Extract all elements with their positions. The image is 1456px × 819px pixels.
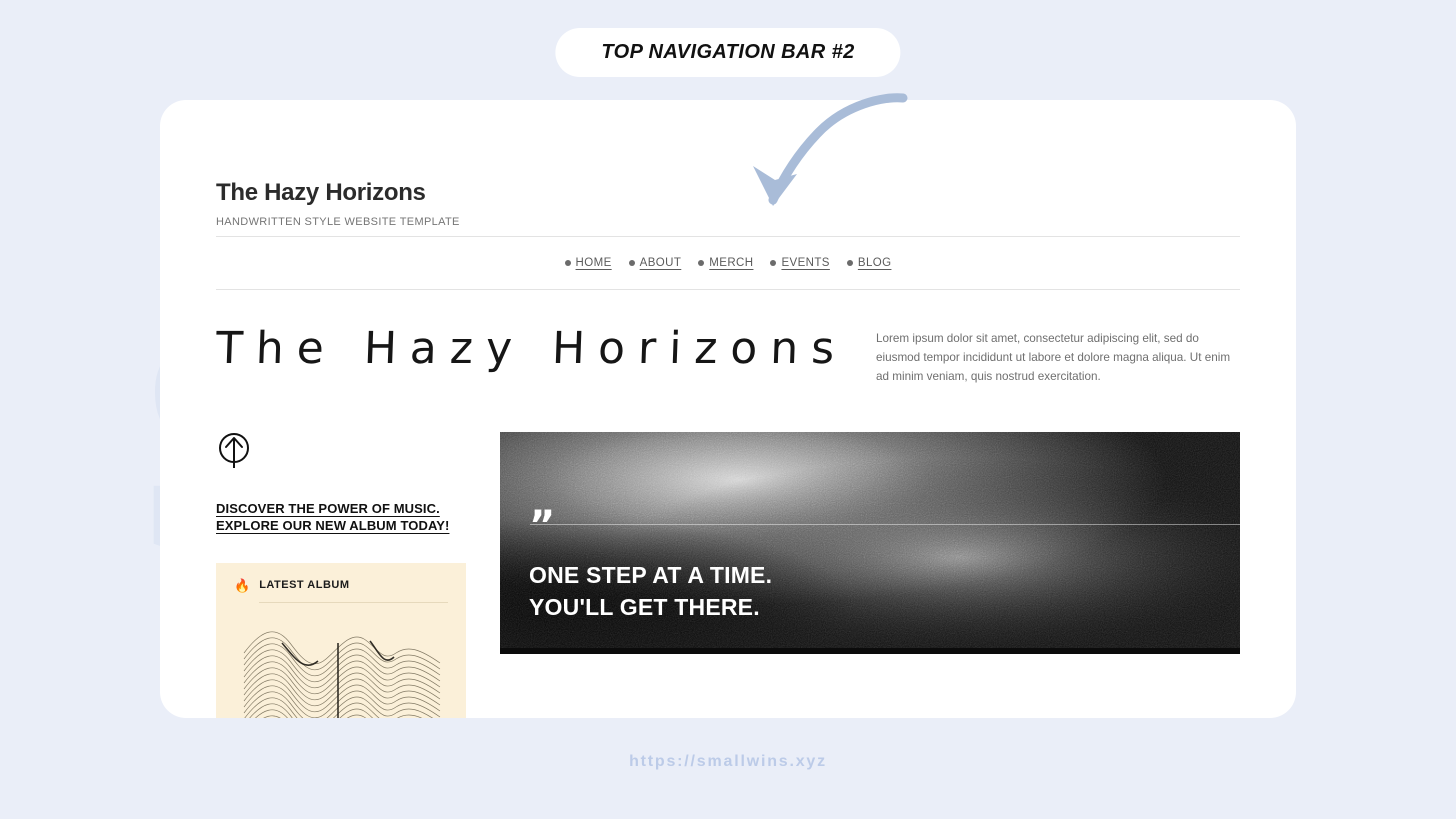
bullet-icon — [846, 260, 853, 266]
nav-item-blog[interactable]: BLOG — [846, 257, 892, 269]
quote-mark-icon: ” — [529, 503, 556, 549]
latest-album-header: 🔥 LATEST ALBUM — [234, 579, 448, 592]
latest-album-divider — [259, 601, 448, 603]
nav-item-about[interactable]: ABOUT — [628, 257, 682, 269]
nav-item-events[interactable]: EVENTS — [770, 257, 829, 269]
hero-headline: The Hazy Horizons — [215, 323, 849, 374]
site-title: The Hazy Horizons — [216, 179, 426, 206]
site-tagline: HANDWRITTEN STYLE WEBSITE TEMPLATE — [216, 216, 460, 228]
arrow-up-in-circle-icon — [219, 433, 249, 468]
fire-icon: 🔥 — [234, 577, 251, 593]
nav-item-merch[interactable]: MERCH — [698, 257, 753, 269]
hero-section: The Hazy Horizons Lorem ipsum dolor sit … — [215, 323, 1240, 387]
quote-text: ONE STEP AT A TIME. YOU'LL GET THERE. — [529, 560, 772, 623]
nav-item-label: MERCH — [709, 257, 754, 269]
bullet-icon — [770, 260, 777, 266]
nav-item-label: HOME — [575, 257, 612, 269]
latest-album-label: LATEST ALBUM — [259, 579, 350, 592]
site-header: The Hazy Horizons HANDWRITTEN STYLE WEBS… — [216, 179, 1240, 228]
footer-url: https://smallwins.xyz — [629, 753, 827, 770]
discover-cta-line1: DISCOVER THE POWER OF MUSIC. — [216, 501, 440, 516]
main-navigation: HOME ABOUT MERCH EVENTS BLOG — [216, 237, 1240, 289]
bullet-icon — [564, 260, 571, 266]
quote-hero-image: ” ONE STEP AT A TIME. YOU'LL GET THERE. — [500, 432, 1240, 654]
nav-item-label: BLOG — [857, 257, 892, 269]
nav-item-label: EVENTS — [781, 257, 830, 269]
quote-divider — [530, 524, 1240, 525]
nav-divider-bottom — [216, 289, 1240, 290]
left-column: DISCOVER THE POWER OF MUSIC. EXPLORE OUR… — [216, 432, 466, 718]
nav-item-label: ABOUT — [639, 257, 682, 269]
bullet-icon — [698, 260, 705, 266]
annotation-badge: TOP NAVIGATION BAR #2 — [555, 28, 901, 77]
discover-cta-link[interactable]: DISCOVER THE POWER OF MUSIC. EXPLORE OUR… — [216, 500, 466, 535]
quote-line2: YOU'LL GET THERE. — [529, 593, 760, 620]
card-content-area: The Hazy Horizons HANDWRITTEN STYLE WEBS… — [215, 100, 1240, 718]
website-preview-card: The Hazy Horizons HANDWRITTEN STYLE WEBS… — [160, 100, 1296, 718]
bullet-icon — [628, 260, 635, 266]
hero-paragraph: Lorem ipsum dolor sit amet, consectetur … — [876, 332, 1231, 383]
latest-album-panel: 🔥 LATEST ALBUM — [216, 562, 466, 718]
album-artwork — [243, 631, 441, 718]
discover-cta-line2: EXPLORE OUR NEW ALBUM TODAY! — [216, 518, 450, 534]
nav-item-home[interactable]: HOME — [564, 257, 612, 269]
quote-line1: ONE STEP AT A TIME. — [529, 562, 773, 588]
lower-content-row: DISCOVER THE POWER OF MUSIC. EXPLORE OUR… — [216, 432, 1240, 718]
